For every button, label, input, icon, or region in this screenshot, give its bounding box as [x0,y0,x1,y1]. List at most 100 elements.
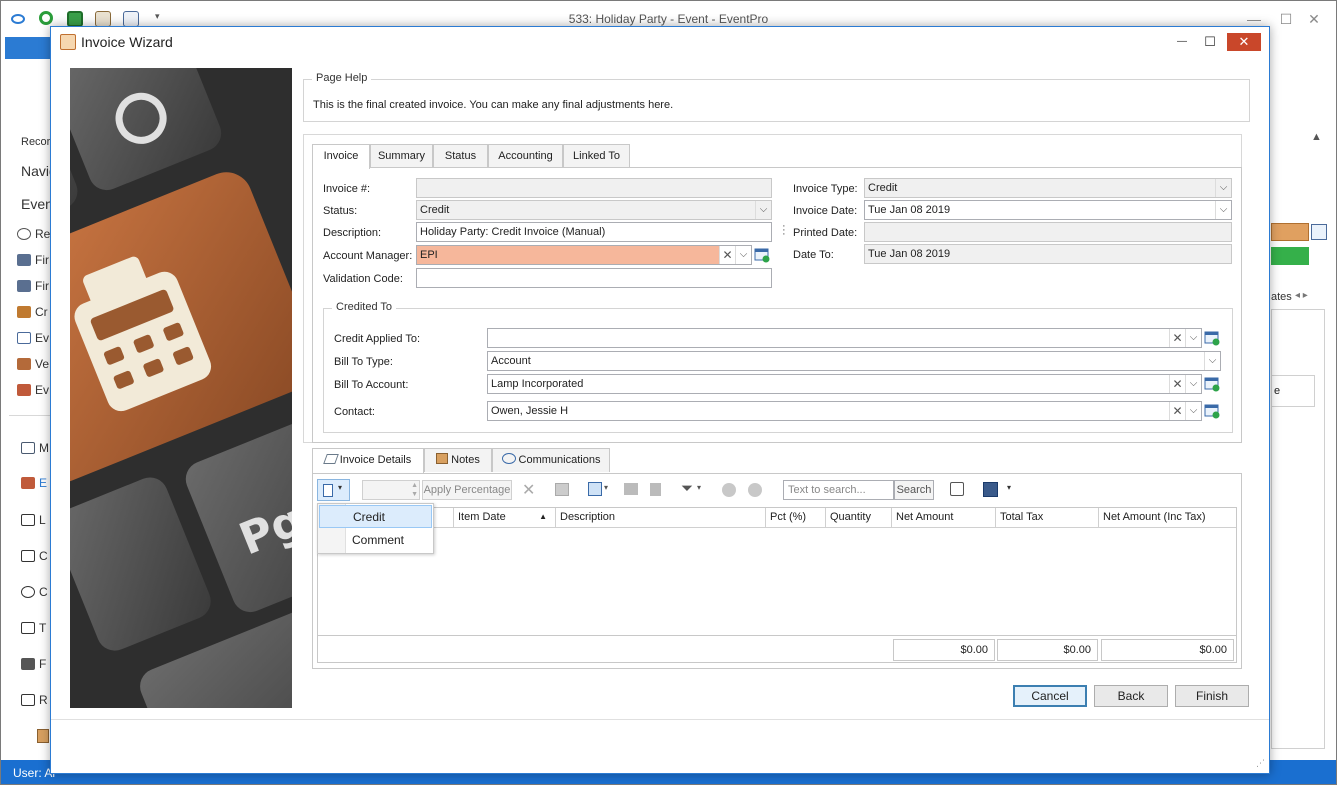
invoice-date-field[interactable]: Tue Jan 08 2019 ⌵ [864,200,1232,220]
chevron-down-icon[interactable]: ⌵ [1215,201,1231,219]
lookup-icon[interactable] [1204,403,1220,419]
spinner-icon[interactable]: ▲ ▼ [411,481,418,499]
copy-icon[interactable] [588,482,602,496]
nav-item-3[interactable]: Fir [17,279,49,293]
app-collapse-ribbon-icon[interactable]: ▲ [1311,131,1322,143]
clear-icon[interactable]: ✕ [1169,375,1185,393]
right-panel-tab-label[interactable]: ates [1271,291,1292,303]
chevron-down-icon[interactable]: ⌵ [1185,402,1201,420]
tab-invoice-details[interactable]: Invoice Details [312,448,424,473]
clear-icon[interactable]: ✕ [719,246,735,264]
right-panel-lookup-icon[interactable] [1311,224,1327,240]
bill-to-account-field[interactable]: Lamp Incorporated ✕ ⌵ [487,374,1202,394]
account-manager-field[interactable]: EPI ✕ ⌵ [416,245,752,265]
dialog-close-button[interactable]: ✕ [1227,33,1261,51]
column-header-description[interactable]: Description [556,508,766,528]
search-input[interactable]: Text to search... [783,480,894,500]
add-item-button[interactable]: ▾ [317,479,350,501]
nav-item-1[interactable]: Re [17,227,50,241]
column-header-item-date[interactable]: Item Date ▲ [454,508,556,528]
invoice-number-field[interactable] [416,178,772,198]
description-field[interactable]: Holiday Party: Credit Invoice (Manual) [416,222,772,242]
status-select[interactable]: Credit ⌵ [416,200,772,220]
chevron-down-icon[interactable]: ▾ [604,483,608,503]
tab-accounting[interactable]: Accounting [488,144,563,168]
tab-linked-to[interactable]: Linked To [563,144,630,168]
resize-grip-icon[interactable]: ⋰ [1256,758,1265,769]
apply-percentage-button[interactable]: Apply Percentage [422,480,512,500]
column-header-total-tax[interactable]: Total Tax [996,508,1099,528]
find-icon[interactable] [950,482,964,496]
lookup-icon[interactable] [754,247,770,263]
move-up-icon[interactable] [722,483,736,497]
ribbon-file-tab[interactable] [5,37,55,59]
splitter-handle[interactable]: · · · [782,221,786,240]
back-button[interactable]: Back [1094,685,1168,707]
chevron-down-icon[interactable]: ⌵ [1215,179,1231,197]
column-header-quantity[interactable]: Quantity [826,508,892,528]
save-layout-icon[interactable] [983,482,998,497]
chevron-down-icon[interactable]: ▾ [1007,483,1011,503]
dialog-minimize-button[interactable]: — [1169,33,1195,51]
lock-icon[interactable] [650,483,661,496]
nav-group-1[interactable]: M [21,441,49,455]
invoice-type-select[interactable]: Credit ⌵ [864,178,1232,198]
date-to-field[interactable]: Tue Jan 08 2019 [864,244,1232,264]
clear-icon[interactable]: ✕ [1169,329,1185,347]
bill-to-account-value: Lamp Incorporated [491,378,584,390]
delete-icon[interactable]: ✕ [522,480,535,500]
invoice-tab-panel: Invoice #: Status: Credit ⌵ Description:… [312,167,1242,443]
nav-group-3[interactable]: L [21,513,46,527]
tab-summary[interactable]: Summary [370,144,433,168]
nav-item-5[interactable]: Ev [17,331,49,345]
nav-item-4[interactable]: Cr [17,305,48,319]
nav-item-6[interactable]: Ve [17,357,49,371]
column-header-net-amount-inc-tax[interactable]: Net Amount (Inc Tax) [1099,508,1236,528]
nav-group-5[interactable]: C [21,585,48,599]
clear-icon[interactable]: ✕ [1169,402,1185,420]
validation-code-field[interactable] [416,268,772,288]
nav-group-4[interactable]: C [21,549,48,563]
tab-communications[interactable]: Communications [492,448,610,472]
nav-group-8[interactable]: R [21,693,48,707]
tab-notes[interactable]: Notes [424,448,492,472]
menu-item-comment[interactable]: Comment [319,529,432,552]
column-header-net-amount[interactable]: Net Amount [892,508,996,528]
lookup-icon[interactable] [1204,330,1220,346]
bill-to-type-select[interactable]: Account ⌵ [487,351,1221,371]
app-maximize-button[interactable]: ☐ [1273,9,1299,29]
tab-invoice[interactable]: Invoice [312,144,370,169]
chevron-down-icon[interactable]: ▾ [697,483,701,503]
binoculars-icon [17,280,31,292]
chevron-down-icon[interactable]: ⌵ [755,201,771,219]
grid-footer-divider [318,635,1236,636]
chevron-down-icon[interactable]: ⌵ [1185,329,1201,347]
nav-group-7[interactable]: F [21,657,46,671]
tab-status[interactable]: Status [433,144,488,168]
column-header-pct[interactable]: Pct (%) [766,508,826,528]
nav-item-2[interactable]: Fir [17,253,49,267]
nav-bottom-icon[interactable] [37,729,49,743]
filter-icon[interactable]: ⏷ [681,480,693,500]
percentage-input[interactable]: ▲ ▼ [362,480,420,500]
chevron-down-icon[interactable]: ⌵ [1185,375,1201,393]
move-down-icon[interactable] [748,483,762,497]
nav-item-7[interactable]: Ev [17,383,49,397]
printed-date-field[interactable] [864,222,1232,242]
chevron-down-icon[interactable]: ⌵ [735,246,751,264]
chevron-down-icon[interactable]: ⌵ [1204,352,1220,370]
credit-applied-to-field[interactable]: ✕ ⌵ [487,328,1202,348]
app-close-button[interactable]: ✕ [1301,9,1327,29]
dialog-maximize-button[interactable]: ☐ [1197,33,1223,51]
nav-group-2[interactable]: E [21,476,47,490]
right-panel-nav-arrows[interactable]: ◂ ▸ [1295,290,1308,301]
unlink-icon[interactable] [624,483,638,495]
lookup-icon[interactable] [1204,376,1220,392]
cancel-button[interactable]: Cancel [1013,685,1087,707]
finish-button[interactable]: Finish [1175,685,1249,707]
print-icon[interactable] [555,483,569,496]
menu-item-credit[interactable]: Credit [319,505,432,528]
nav-group-6[interactable]: T [21,621,46,635]
contact-field[interactable]: Owen, Jessie H ✕ ⌵ [487,401,1202,421]
search-button[interactable]: Search [894,480,934,500]
